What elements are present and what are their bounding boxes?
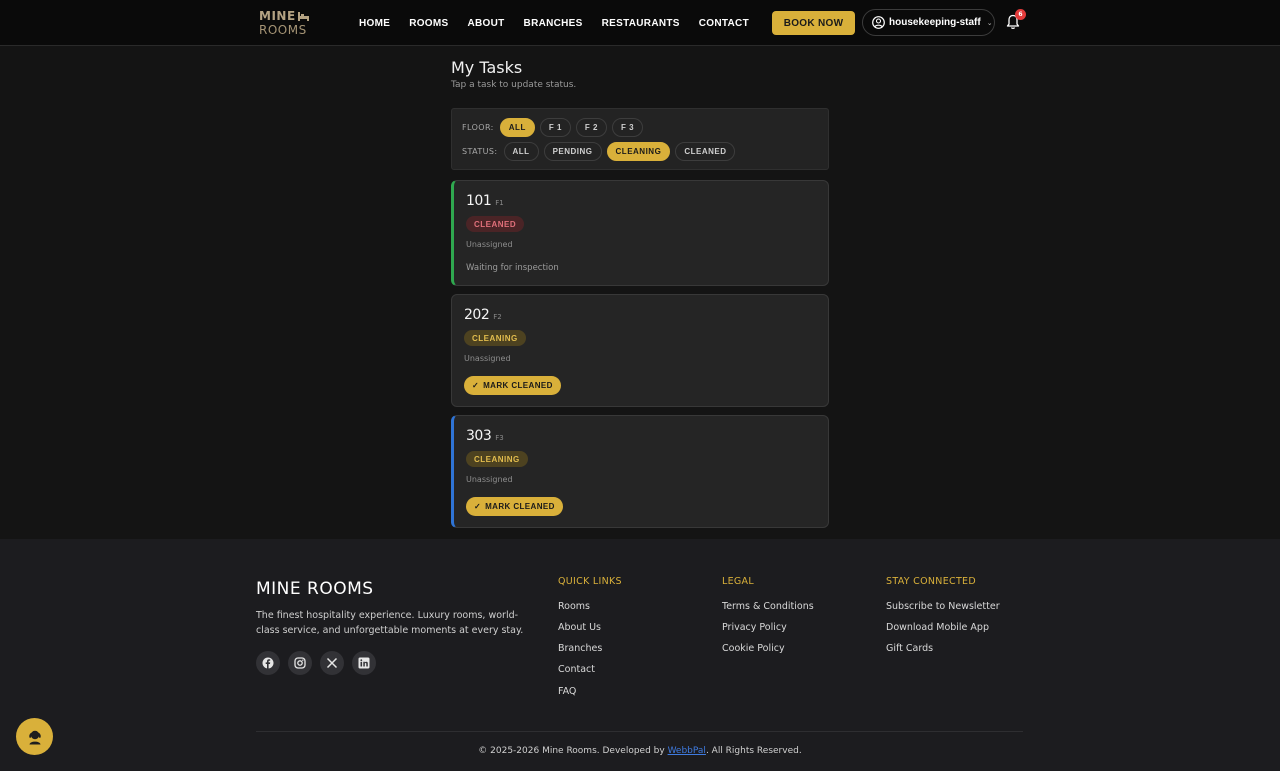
mark-cleaned-label: MARK CLEANED [483,381,553,390]
logo-text-top: MINE [259,9,296,23]
task-card-202[interactable]: 202 F2 CLEANING Unassigned ✓ MARK CLEANED [451,294,829,407]
floor-filter-row: FLOOR: ALL F 1 F 2 F 3 [462,118,644,137]
site-footer: MINE ROOMS The finest hospitality experi… [0,539,1280,771]
assignee-label: Unassigned [464,354,511,363]
status-chip-cleaned[interactable]: CLEANED [675,142,736,161]
footer-link-faq[interactable]: FAQ [558,686,576,697]
footer-link-gift-cards[interactable]: Gift Cards [886,643,933,654]
nav-rooms[interactable]: ROOMS [409,18,448,29]
nav-restaurants[interactable]: RESTAURANTS [602,18,680,29]
room-floor: F3 [495,434,504,442]
mark-cleaned-button[interactable]: ✓ MARK CLEANED [464,376,561,395]
support-chat-button[interactable] [16,718,53,755]
footer-link-mobile-app[interactable]: Download Mobile App [886,622,989,633]
copyright-text: © 2025-2026 Mine Rooms. Developed by Web… [478,746,802,756]
footer-link-about-us[interactable]: About Us [558,622,601,633]
site-logo[interactable]: MINE ROOMS [259,10,319,38]
footer-link-cookie[interactable]: Cookie Policy [722,643,785,654]
logo-text-bottom: ROOMS [259,23,307,37]
check-icon: ✓ [472,381,480,390]
room-number: 303 [466,428,492,444]
footer-link-privacy[interactable]: Privacy Policy [722,622,787,633]
status-badge: CLEANING [466,451,528,467]
task-filter-panel: FLOOR: ALL F 1 F 2 F 3 STATUS: ALL PENDI… [451,108,829,170]
user-menu-button[interactable]: housekeeping-staff ⌄ [862,9,995,36]
main-nav: HOME ROOMS ABOUT BRANCHES RESTAURANTS CO… [359,0,749,46]
status-badge: CLEANED [466,216,525,232]
assignee-label: Unassigned [466,475,513,484]
developer-link[interactable]: WebbPal [668,746,706,756]
username-label: housekeeping-staff [889,17,981,28]
footer-link-rooms[interactable]: Rooms [558,601,590,612]
mark-cleaned-label: MARK CLEANED [485,502,555,511]
nav-home[interactable]: HOME [359,18,390,29]
instagram-icon[interactable] [288,651,312,675]
task-note: Waiting for inspection [466,263,559,273]
x-icon[interactable] [320,651,344,675]
top-header: MINE ROOMS HOME ROOMS ABOUT BRANCHES RES… [0,0,1280,46]
nav-contact[interactable]: CONTACT [699,18,749,29]
room-floor: F1 [495,199,504,207]
nav-branches[interactable]: BRANCHES [524,18,583,29]
bed-icon [297,12,309,21]
footer-link-newsletter[interactable]: Subscribe to Newsletter [886,601,1000,612]
quick-links-title: QUICK LINKS [558,576,622,587]
notification-count-badge: 6 [1015,9,1026,20]
chevron-down-icon: ⌄ [986,18,993,27]
facebook-icon[interactable] [256,651,280,675]
floor-chip-f3[interactable]: F 3 [611,118,644,137]
status-chip-cleaning[interactable]: CLEANING [606,142,671,161]
task-card-303[interactable]: 303 F3 CLEANING Unassigned ✓ MARK CLEANED [451,415,829,528]
floor-chip-f1[interactable]: F 1 [539,118,571,137]
footer-link-contact[interactable]: Contact [558,664,595,675]
status-badge: CLEANING [464,330,526,346]
footer-link-terms[interactable]: Terms & Conditions [722,601,814,612]
nav-about[interactable]: ABOUT [467,18,504,29]
footer-divider [256,731,1023,732]
status-filter-row: STATUS: ALL PENDING CLEANING CLEANED [462,142,736,161]
floor-filter-label: FLOOR: [462,123,494,132]
support-agent-icon [28,730,41,744]
room-number: 101 [466,193,492,209]
footer-brand: MINE ROOMS [256,579,374,599]
mark-cleaned-button[interactable]: ✓ MARK CLEANED [466,497,563,516]
page-subtitle: Tap a task to update status. [451,80,577,90]
stay-connected-title: STAY CONNECTED [886,576,976,587]
book-now-button[interactable]: BOOK NOW [772,11,855,35]
status-chip-all[interactable]: ALL [503,142,539,161]
floor-chip-f2[interactable]: F 2 [575,118,607,137]
task-card-101[interactable]: 101 F1 CLEANED Unassigned Waiting for ins… [451,180,829,286]
linkedin-icon[interactable] [352,651,376,675]
status-chip-pending[interactable]: PENDING [543,142,602,161]
status-filter-label: STATUS: [462,147,498,156]
legal-title: LEGAL [722,576,754,587]
floor-chip-all[interactable]: ALL [499,118,535,137]
footer-link-branches[interactable]: Branches [558,643,602,654]
room-number: 202 [464,307,490,323]
check-icon: ✓ [474,502,482,511]
user-circle-icon [872,16,885,29]
assignee-label: Unassigned [466,240,513,249]
page-title: My Tasks [451,58,523,77]
room-floor: F2 [493,313,502,321]
footer-description: The finest hospitality experience. Luxur… [256,610,524,636]
